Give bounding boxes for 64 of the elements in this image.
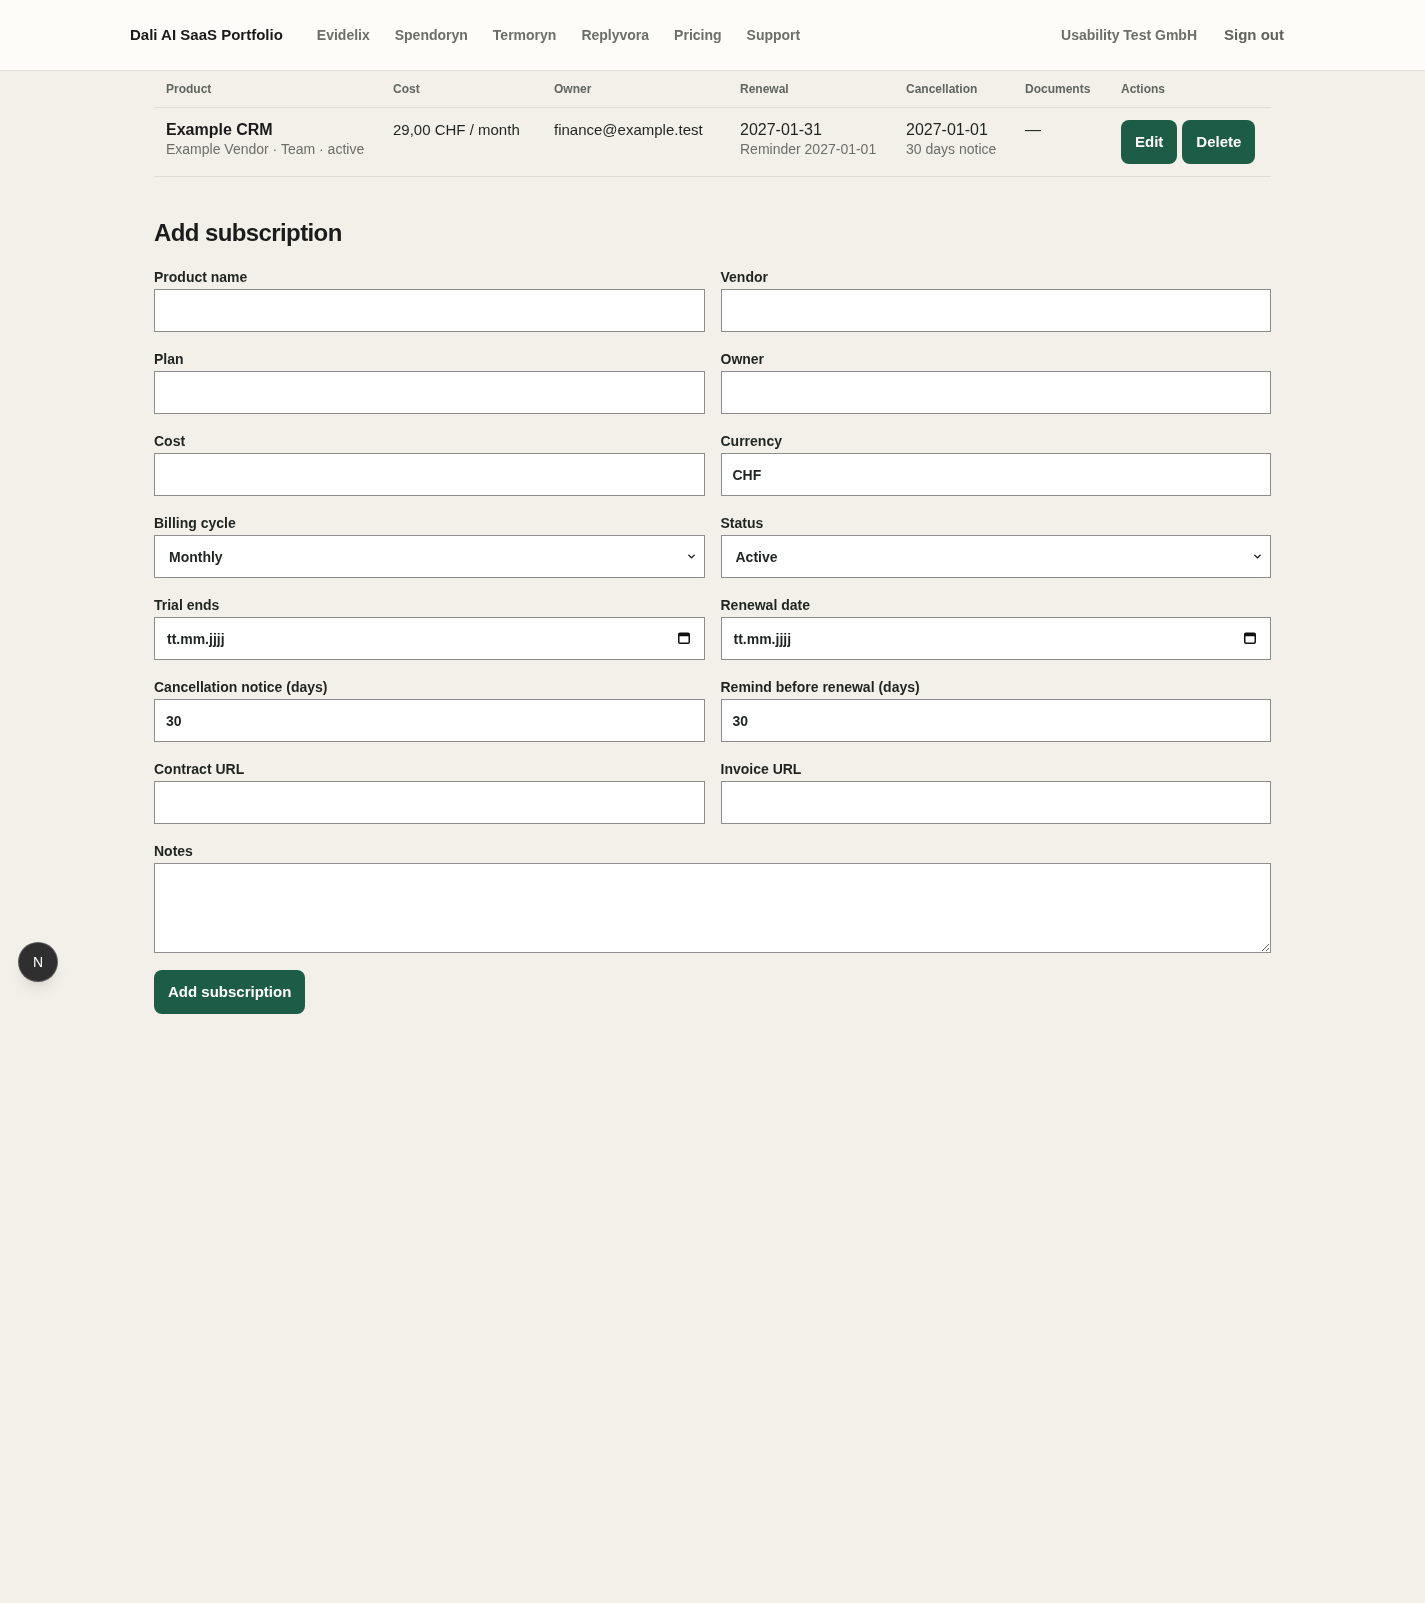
account-name: Usability Test GmbH bbox=[1061, 26, 1197, 45]
field-label: Notes bbox=[154, 842, 193, 861]
field-label: Cost bbox=[154, 432, 186, 451]
calendar-icon[interactable] bbox=[1244, 632, 1256, 644]
input-field[interactable] bbox=[154, 289, 705, 332]
column-header: Cancellation bbox=[906, 81, 978, 97]
input-field[interactable] bbox=[154, 453, 705, 496]
select-field[interactable]: Active bbox=[720, 535, 1271, 578]
field-label: Plan bbox=[154, 350, 184, 369]
column-header: Cost bbox=[393, 81, 420, 97]
input-field[interactable]: CHF bbox=[720, 453, 1271, 496]
section-heading: Add subscription bbox=[154, 218, 342, 248]
date-field[interactable]: tt.mm.jjjj bbox=[720, 617, 1271, 660]
column-header: Actions bbox=[1121, 81, 1165, 97]
field-label: Invoice URL bbox=[720, 760, 802, 779]
column-header: Documents bbox=[1025, 81, 1091, 97]
date-field[interactable]: tt.mm.jjjj bbox=[154, 617, 705, 660]
nav-link[interactable]: Pricing bbox=[674, 25, 722, 45]
documents-value: — bbox=[1025, 120, 1041, 140]
input-field[interactable]: 30 bbox=[154, 699, 705, 742]
owner-email: finance@example.test bbox=[554, 120, 703, 140]
floating-round-button[interactable]: N bbox=[19, 943, 57, 981]
brand-link[interactable]: Dali AI SaaS Portfolio bbox=[130, 23, 283, 47]
input-field[interactable] bbox=[154, 781, 705, 824]
action-button[interactable]: Delete bbox=[1182, 120, 1256, 164]
field-label: Remind before renewal (days) bbox=[720, 678, 920, 697]
product-details: Example Vendor · Team · active bbox=[166, 140, 365, 158]
notes-textarea[interactable] bbox=[154, 863, 1271, 953]
notice-period: 30 days notice bbox=[906, 140, 997, 158]
nav-link[interactable]: Termoryn bbox=[492, 25, 557, 45]
add-subscription-button[interactable]: Add subscription bbox=[154, 970, 306, 1014]
nav-link[interactable]: Evidelix bbox=[316, 25, 370, 45]
field-label: Billing cycle bbox=[154, 514, 236, 533]
field-label: Renewal date bbox=[720, 596, 810, 615]
reminder-date: Reminder 2027-01-01 bbox=[740, 140, 877, 158]
column-header: Product bbox=[166, 81, 212, 97]
chevron-down-icon bbox=[1252, 551, 1263, 562]
column-header: Owner bbox=[554, 81, 592, 97]
input-field[interactable] bbox=[720, 371, 1271, 414]
field-label: Currency bbox=[720, 432, 782, 451]
input-field[interactable]: 30 bbox=[720, 699, 1271, 742]
nav-link[interactable]: Spendoryn bbox=[394, 25, 468, 45]
field-label: Owner bbox=[720, 350, 765, 369]
field-label: Vendor bbox=[720, 268, 768, 287]
field-label: Product name bbox=[154, 268, 248, 287]
input-field[interactable] bbox=[154, 371, 705, 414]
cancellation-date: 2027-01-01 bbox=[906, 120, 988, 140]
column-header: Renewal bbox=[740, 81, 789, 97]
sign-out-button[interactable]: Sign out bbox=[1224, 23, 1284, 47]
field-label: Trial ends bbox=[154, 596, 220, 615]
cost-value: 29,00 CHF / month bbox=[393, 120, 520, 140]
field-label: Contract URL bbox=[154, 760, 245, 779]
product-name: Example CRM bbox=[166, 120, 273, 140]
calendar-icon[interactable] bbox=[677, 632, 690, 644]
nav-link[interactable]: Replyvora bbox=[581, 25, 650, 45]
renewal-date: 2027-01-31 bbox=[740, 120, 822, 140]
input-field[interactable] bbox=[720, 289, 1271, 332]
input-field[interactable] bbox=[720, 781, 1271, 824]
select-field[interactable]: Monthly bbox=[154, 535, 705, 578]
nav-link[interactable]: Support bbox=[746, 25, 801, 45]
field-label: Status bbox=[720, 514, 764, 533]
field-label: Cancellation notice (days) bbox=[154, 678, 328, 697]
chevron-down-icon bbox=[685, 551, 697, 562]
action-button[interactable]: Edit bbox=[1121, 120, 1178, 164]
